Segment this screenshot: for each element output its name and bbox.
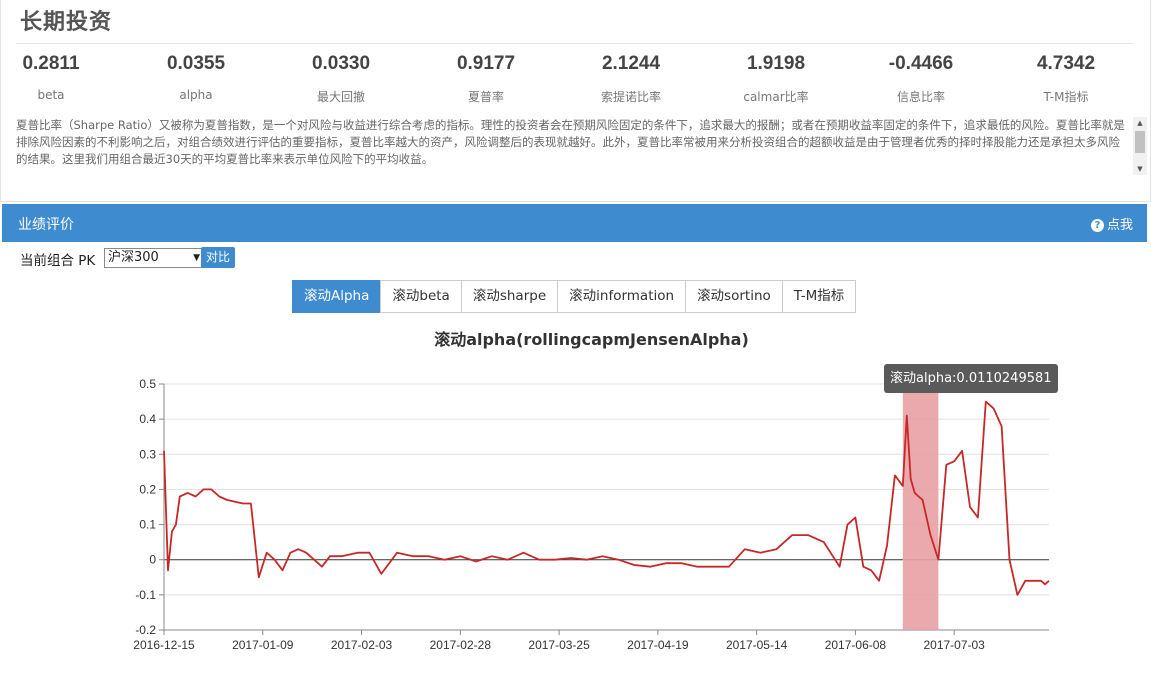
benchmark-select-value: 沪深300 (108, 250, 159, 265)
y-tick-label: 0 (149, 553, 156, 567)
metrics-row: 0.2811 beta 0.0355 alpha 0.0330 最大回撤 0.9… (0, 50, 1151, 110)
metric-label: beta (37, 88, 65, 102)
x-tick-label: 2017-03-25 (528, 638, 590, 652)
tab-rolling-sortino[interactable]: 滚动sortino (685, 280, 783, 313)
y-tick-label: 0.5 (139, 377, 156, 391)
x-tick-label: 2016-12-15 (133, 638, 195, 652)
x-tick-label: 2017-01-09 (232, 638, 294, 652)
description-box: 夏普比率（Sharpe Ratio）又被称为夏普指数，是一个对风险与收益进行综合… (16, 117, 1132, 175)
y-tick-label: 0.4 (139, 412, 156, 426)
metric-value: 0.0330 (311, 53, 371, 74)
question-circle-icon: ? (1090, 219, 1104, 232)
metric-label: alpha (179, 88, 213, 102)
benchmark-select[interactable]: 沪深300 ▼ (104, 248, 204, 268)
highlight-band (902, 384, 939, 630)
panel-title: 业绩评价 (18, 217, 74, 233)
scroll-up-arrow-icon[interactable]: ▲ (1133, 117, 1147, 129)
tab-tm[interactable]: T-M指标 (781, 280, 857, 313)
x-tick-label: 2017-06-08 (825, 638, 887, 652)
chart-title: 滚动alpha(rollingcapmJensenAlpha) (434, 330, 749, 349)
y-tick-label: -0.1 (135, 588, 156, 602)
y-tick-label: 0.3 (139, 447, 156, 461)
chevron-down-icon: ▼ (193, 253, 200, 263)
y-tick-label: -0.2 (135, 623, 156, 637)
x-tick-label: 2017-07-03 (923, 638, 985, 652)
metric-label: calmar比率 (743, 90, 809, 104)
metric-tabs: 滚动Alpha 滚动beta 滚动sharpe 滚动information 滚动… (292, 280, 857, 313)
x-tick-label: 2017-04-19 (627, 638, 689, 652)
scroll-down-arrow-icon[interactable]: ▼ (1133, 163, 1147, 175)
metric-sharpe: 0.9177 夏普率 (426, 50, 546, 105)
metric-value: 0.2811 (22, 53, 80, 74)
metric-label: T-M指标 (1043, 90, 1089, 104)
x-tick-label: 2017-02-28 (430, 638, 492, 652)
metric-label: 最大回撤 (316, 90, 365, 104)
metric-alpha: 0.0355 alpha (136, 50, 256, 102)
metric-calmar: 1.9198 calmar比率 (716, 50, 836, 105)
y-tick-label: 0.1 (139, 518, 156, 532)
help-link[interactable]: ? 点我 (1090, 214, 1133, 233)
page-title: 长期投资 (20, 10, 113, 35)
metric-information: -0.4466 信息比率 (861, 50, 981, 105)
tab-rolling-alpha[interactable]: 滚动Alpha (292, 280, 382, 313)
description-text: 夏普比率（Sharpe Ratio）又被称为夏普指数，是一个对风险与收益进行综合… (16, 118, 1125, 166)
tab-rolling-beta[interactable]: 滚动beta (380, 280, 462, 313)
performance-panel-header: 业绩评价 ? 点我 (2, 204, 1147, 242)
metric-value: -0.4466 (888, 53, 954, 74)
metric-value: 4.7342 (1036, 53, 1096, 74)
metric-value: 0.0355 (166, 53, 226, 74)
metric-max-drawdown: 0.0330 最大回撤 (281, 50, 401, 105)
metric-label: 信息比率 (896, 90, 945, 104)
metric-value: 0.9177 (456, 53, 516, 74)
y-tick-label: 0.2 (139, 482, 156, 496)
scroll-thumb[interactable] (1135, 131, 1145, 153)
x-tick-label: 2017-05-14 (726, 638, 788, 652)
chart-tooltip: 滚动alpha:0.0110249581 (884, 364, 1058, 393)
x-tick-label: 2017-02-03 (331, 638, 393, 652)
metric-label: 索提诺比率 (600, 90, 661, 104)
rolling-alpha-chart[interactable]: 0.5 0.4 0.3 0.2 0.1 0 -0.1 -0.22016-12-15 2017-0… (0, 360, 1151, 674)
help-label: 点我 (1106, 218, 1133, 233)
tab-rolling-information[interactable]: 滚动information (557, 280, 687, 313)
metric-sortino: 2.1244 索提诺比率 (571, 50, 691, 105)
metric-tm: 4.7342 T-M指标 (1006, 50, 1126, 105)
compare-button[interactable]: 对比 (201, 247, 235, 268)
metric-label: 夏普率 (467, 90, 504, 104)
tab-rolling-sharpe[interactable]: 滚动sharpe (460, 280, 559, 313)
description-scrollbar[interactable]: ▲ ▼ (1133, 117, 1147, 175)
compare-label: 当前组合 PK (20, 253, 96, 269)
metric-value: 1.9198 (746, 53, 806, 74)
metric-value: 2.1244 (601, 53, 661, 74)
metric-beta: 0.2811 beta (0, 50, 111, 102)
title-divider (16, 43, 1133, 44)
